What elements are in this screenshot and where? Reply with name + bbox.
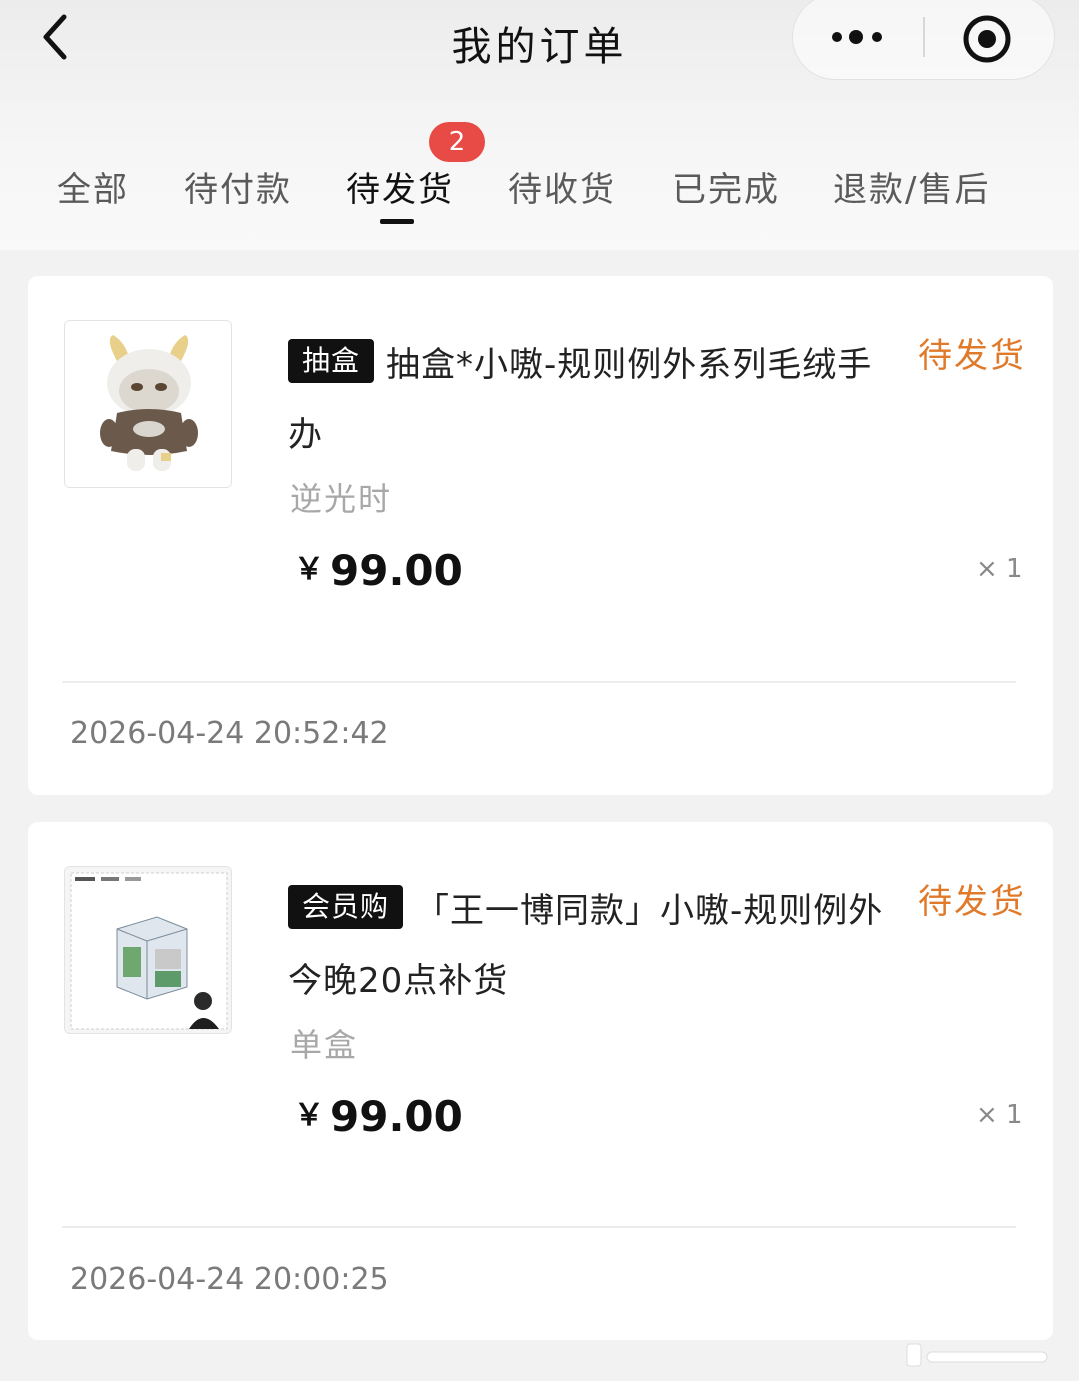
more-dots-icon <box>832 30 882 44</box>
product-title-block[interactable]: 会员购 「王一博同款」小嗷-规则例外今晚20点补货 <box>288 876 888 1016</box>
tab-pending-shipment[interactable]: 待发货 <box>346 162 454 211</box>
tab-pending-payment[interactable]: 待付款 <box>184 162 292 211</box>
mini-program-capsule <box>792 0 1055 80</box>
order-tabs: 全部 待付款 待发货 待收货 已完成 退款/售后 <box>0 150 1079 230</box>
capsule-divider <box>923 17 925 57</box>
blind-box-image <box>65 867 231 1033</box>
order-status: 待发货 <box>918 882 1026 922</box>
currency-symbol: ￥ <box>294 552 324 587</box>
target-icon <box>963 15 1011 63</box>
product-title: 抽盒*小嗷-规则例外系列毛绒手办 <box>288 345 873 455</box>
tab-all[interactable]: 全部 <box>57 162 129 211</box>
order-time: 2026-04-24 20:00:25 <box>70 1262 389 1297</box>
close-mini-program-button[interactable] <box>959 11 1015 67</box>
product-title-block[interactable]: 抽盒 抽盒*小嗷-规则例外系列毛绒手办 <box>288 330 888 470</box>
product-quantity: × 1 <box>976 1100 1023 1130</box>
order-card[interactable]: 抽盒 抽盒*小嗷-规则例外系列毛绒手办 待发货 逆光时 ￥ 99.00 × 1 20… <box>28 276 1053 795</box>
order-status: 待发货 <box>918 336 1026 376</box>
pending-shipment-count-badge: 2 <box>429 122 485 162</box>
tab-refund-aftersale[interactable]: 退款/售后 <box>833 162 990 211</box>
order-time: 2026-04-24 20:52:42 <box>70 716 389 751</box>
plush-figure-image <box>65 321 231 487</box>
price-value: 99.00 <box>330 1092 463 1141</box>
product-price: ￥ 99.00 <box>294 544 463 595</box>
order-type-tag: 会员购 <box>288 885 404 929</box>
product-price: ￥ 99.00 <box>294 1090 463 1141</box>
order-type-tag: 抽盒 <box>288 339 375 383</box>
product-spec: 逆光时 <box>290 480 393 518</box>
active-tab-indicator <box>380 219 414 224</box>
price-value: 99.00 <box>330 546 463 595</box>
more-button[interactable] <box>809 5 909 69</box>
product-thumbnail[interactable] <box>64 866 232 1034</box>
tab-completed[interactable]: 已完成 <box>672 162 780 211</box>
card-divider <box>62 1226 1016 1228</box>
product-thumbnail[interactable] <box>64 320 232 488</box>
tab-pending-receipt[interactable]: 待收货 <box>508 162 616 211</box>
card-divider <box>62 681 1016 683</box>
currency-symbol: ￥ <box>294 1098 324 1133</box>
order-card[interactable]: 会员购 「王一博同款」小嗷-规则例外今晚20点补货 待发货 单盒 ￥ 99.00 ×… <box>28 822 1053 1340</box>
product-spec: 单盒 <box>290 1026 359 1064</box>
product-quantity: × 1 <box>976 554 1023 584</box>
watermark-mark <box>906 1343 1048 1367</box>
